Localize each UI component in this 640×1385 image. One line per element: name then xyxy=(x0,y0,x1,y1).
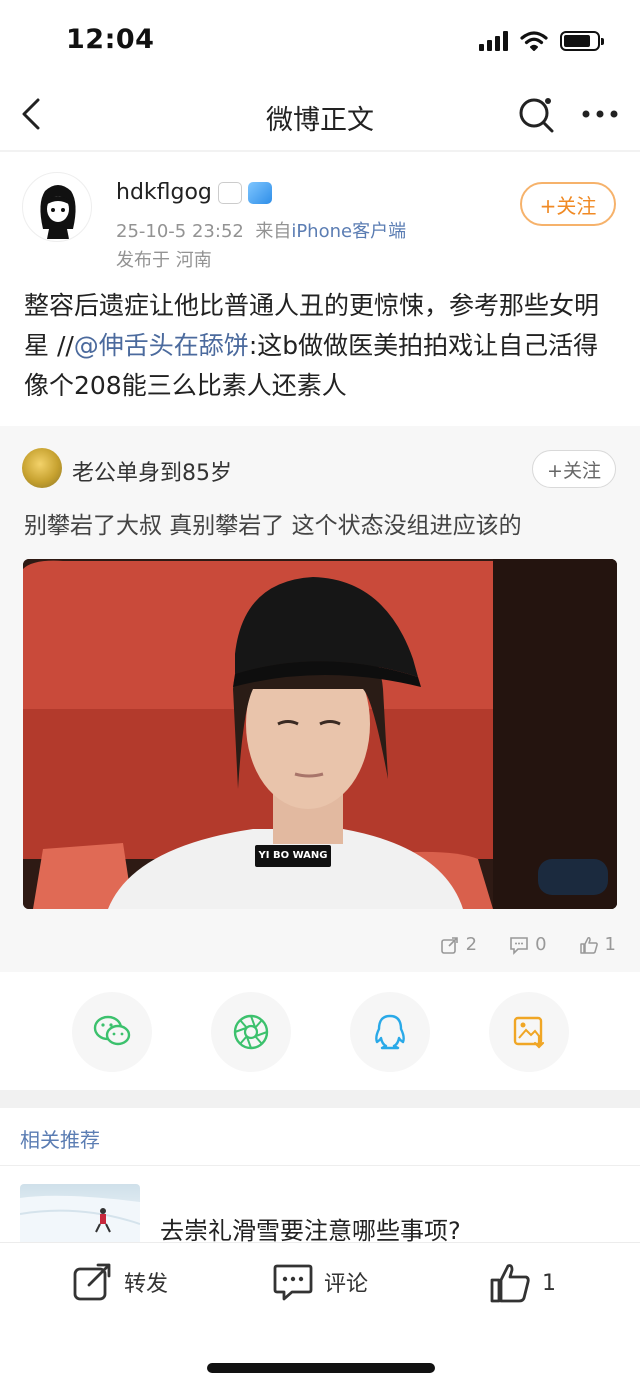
like-count: 1 xyxy=(604,934,616,955)
post-source[interactable]: iPhone客户端 xyxy=(291,221,406,242)
author-username[interactable]: hdkflgog xyxy=(116,180,212,205)
post-timestamp: 25-10-5 23:52 xyxy=(116,221,244,242)
post-meta: 25-10-5 23:52 来自iPhone客户端 xyxy=(116,217,406,243)
share-qq-button[interactable] xyxy=(350,992,430,1072)
photo-caption: YI BO WANG xyxy=(258,850,328,861)
like-button[interactable]: 1 xyxy=(488,1261,556,1305)
source-prefix: 来自 xyxy=(255,221,292,242)
original-post-text: 别攀岩了大叔 真别攀岩了 这个状态没组进应该的 xyxy=(24,513,522,539)
section-gap xyxy=(0,1090,640,1108)
comment-icon xyxy=(273,1264,313,1301)
moments-icon xyxy=(233,1014,269,1050)
thumbs-up-small-icon xyxy=(579,936,598,954)
repost-icon xyxy=(73,1263,111,1301)
comment-label: 评论 xyxy=(324,1272,369,1297)
like-total: 1 xyxy=(542,1270,556,1296)
share-row xyxy=(0,990,640,1080)
repost-button[interactable]: 转发 xyxy=(72,1261,168,1303)
recommend-item-title[interactable]: 去崇礼滑雪要注意哪些事项? xyxy=(160,1214,461,1242)
repost-stat[interactable]: 2 xyxy=(440,934,477,955)
save-image-button[interactable] xyxy=(489,992,569,1072)
status-icons xyxy=(479,30,604,52)
bottom-action-bar: 转发 评论 1 xyxy=(0,1242,640,1385)
follow-author-button[interactable]: +关注 xyxy=(520,182,616,226)
status-time: 12:04 xyxy=(66,24,155,55)
repost-label: 转发 xyxy=(124,1272,169,1297)
divider xyxy=(0,1165,640,1166)
recommend-title: 相关推荐 xyxy=(20,1128,100,1152)
comment-stat[interactable]: 0 xyxy=(509,934,547,955)
vip-badge-icon xyxy=(247,181,272,204)
repost-small-icon xyxy=(440,936,458,954)
original-author-avatar[interactable] xyxy=(22,448,62,488)
search-icon xyxy=(519,98,554,133)
divider xyxy=(0,150,640,152)
wechat-icon xyxy=(93,1015,131,1046)
post-location: 发布于 河南 xyxy=(116,250,212,271)
post-photo[interactable]: YI BO WANG xyxy=(23,559,617,909)
more-button[interactable] xyxy=(578,92,622,136)
comment-count: 0 xyxy=(535,934,547,955)
comment-small-icon xyxy=(510,936,528,955)
home-indicator[interactable] xyxy=(207,1363,435,1373)
thumbs-up-icon xyxy=(490,1264,530,1303)
like-stat[interactable]: 1 xyxy=(579,934,616,955)
follow-original-button[interactable]: +关注 xyxy=(532,450,616,488)
panda-badge-icon xyxy=(217,181,242,204)
original-stats: 2 0 1 xyxy=(440,934,616,955)
recommend-thumbnail[interactable] xyxy=(20,1184,140,1242)
author-name[interactable]: hdkflgog xyxy=(116,180,272,205)
search-button[interactable] xyxy=(514,92,558,136)
comment-button[interactable]: 评论 xyxy=(272,1261,368,1303)
repost-count: 2 xyxy=(465,934,478,955)
avatar-illustration xyxy=(40,185,76,239)
nav-bar: 微博正文 xyxy=(0,80,640,148)
qq-icon xyxy=(375,1014,405,1050)
share-moments-button[interactable] xyxy=(211,992,291,1072)
battery-icon xyxy=(560,31,604,51)
original-author-name[interactable]: 老公单身到85岁 xyxy=(72,455,232,487)
ski-thumbnail-illustration xyxy=(20,1195,140,1242)
share-wechat-button[interactable] xyxy=(72,992,152,1072)
wifi-icon xyxy=(520,31,548,51)
status-bar: 12:04 xyxy=(0,0,640,80)
more-icon xyxy=(582,110,618,118)
signal-icon xyxy=(479,31,508,51)
mention-link[interactable]: @伸舌头在舔饼 xyxy=(74,331,249,360)
post-body: 整容后遗症让他比普通人丑的更惊悚，参考那些女明星 //@伸舌头在舔饼:这b做做医… xyxy=(24,286,620,406)
save-image-icon xyxy=(513,1016,545,1049)
author-avatar[interactable] xyxy=(22,172,92,242)
